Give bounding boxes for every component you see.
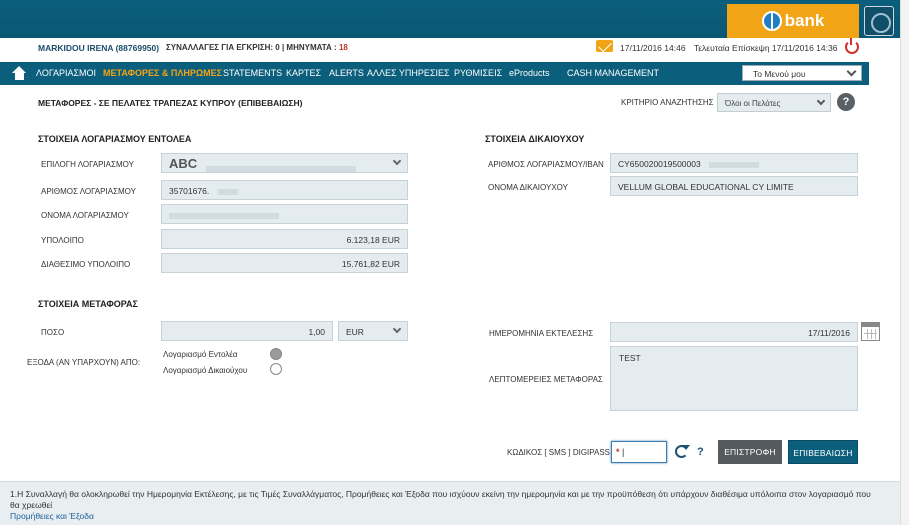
- execution-date-label: ΗΜΕΡΟΜΗΝΙΑ ΕΚΤΕΛΕΣΗΣ: [489, 329, 594, 338]
- select-account-label: ΕΠΙΛΟΓΗ ΛΟΓΑΡΙΑΣΜΟΥ: [41, 160, 134, 169]
- nav-settings[interactable]: ΡΥΘΜΙΣΕΙΣ: [454, 68, 502, 78]
- chevron-down-icon: [392, 156, 402, 166]
- iban-value: CY650020019500003: [618, 159, 701, 169]
- pending-label: ΣΥΝΑΛΛΑΓΕΣ ΓΙΑ ΕΓΚΡΙΣΗ: 0 | ΜΗΝΥΜΑΤΑ :: [166, 43, 337, 52]
- nav-cash-management[interactable]: CASH MANAGEMENT: [567, 68, 659, 78]
- beneficiary-name-label: ΟΝΟΜΑ ΔΙΚΑΙΟΥΧΟΥ: [488, 183, 568, 192]
- beneficiary-section-title: ΣΤΟΙΧΕΙΑ ΔΙΚΑΙΟΥΧΟΥ: [485, 134, 585, 144]
- nav-statements[interactable]: STATEMENTS: [223, 68, 282, 78]
- currency-value: EUR: [346, 327, 364, 337]
- confirm-button[interactable]: ΕΠΙΒΕΒΑΙΩΣΗ: [788, 440, 858, 464]
- amount-label: ΠΟΣΟ: [41, 328, 65, 337]
- account-number-value: 35701676.: [169, 186, 210, 196]
- digipass-label: ΚΩΔΙΚΟΣ [ SMS ] DIGIPASS: [507, 448, 611, 457]
- search-criterion-select[interactable]: Όλοι οι Πελάτες: [717, 93, 831, 112]
- chevron-down-icon: [392, 324, 402, 334]
- footer-note-text: 1.Η Συναλλαγή θα ολοκληρωθεί την Ημερομη…: [10, 489, 871, 510]
- charges-option-beneficiary-label: Λογαριασμό Δικαιούχου: [163, 366, 248, 375]
- scrollbar[interactable]: [900, 0, 909, 525]
- fees-link[interactable]: Προμήθειες και Έξοδα: [10, 511, 94, 521]
- current-datetime: 17/11/2016 14:46: [620, 43, 686, 53]
- bank-logo[interactable]: bank: [727, 4, 859, 38]
- nav-accounts[interactable]: ΛΟΓΑΡΙΑΣΜΟΙ: [36, 68, 96, 78]
- balance-field: 6.123,18 EUR: [161, 229, 408, 249]
- transfer-section-title: ΣΤΟΙΧΕΙΑ ΜΕΤΑΦΟΡΑΣ: [38, 299, 138, 309]
- transfer-details-label: ΛΕΠΤΟΜΕΡΕΙΕΣ ΜΕΤΑΦΟΡΑΣ: [489, 375, 603, 384]
- balance-label: ΥΠΟΛΟΙΠΟ: [41, 236, 84, 245]
- charges-option-sender-label: Λογαριασμό Εντολέα: [163, 350, 238, 359]
- masked-text: [205, 165, 356, 172]
- nav-eproducts[interactable]: eProducts: [509, 68, 550, 78]
- seal-icon: [864, 6, 894, 36]
- required-marker: *: [616, 447, 620, 457]
- account-number-label: ΑΡΙΘΜΟΣ ΛΟΓΑΡΙΑΣΜΟΥ: [41, 187, 136, 196]
- last-visit: Τελευταία Επίσκεψη 17/11/2016 14:36: [694, 43, 838, 53]
- masked-text: [169, 212, 279, 219]
- messages-count[interactable]: 18: [339, 43, 348, 52]
- account-name-label: ΟΝΟΜΑ ΛΟΓΑΡΙΑΣΜΟΥ: [41, 211, 129, 220]
- help-icon[interactable]: ?: [837, 93, 855, 111]
- user-name: MARKIDOU IRENA (88769950): [38, 43, 160, 53]
- iban-field: CY650020019500003: [610, 153, 858, 173]
- nav-transfers-payments[interactable]: ΜΕΤΑΦΟΡΕΣ & ΠΛΗΡΩΜΕΣ: [103, 68, 222, 78]
- nav-other-services[interactable]: ΑΛΛΕΣ ΥΠΗΡΕΣΙΕΣ: [367, 68, 450, 78]
- my-menu-value: Το Μενού μου: [753, 69, 806, 79]
- my-menu-select[interactable]: Το Μενού μου: [742, 65, 862, 81]
- footer-note: 1.Η Συναλλαγή θα ολοκληρωθεί την Ημερομη…: [0, 481, 909, 525]
- globe-icon: [761, 11, 782, 31]
- main-nav: ΛΟΓΑΡΙΑΣΜΟΙ ΜΕΤΑΦΟΡΕΣ & ΠΛΗΡΩΜΕΣ STATEME…: [0, 62, 869, 85]
- mail-icon[interactable]: [596, 40, 613, 52]
- info-bar: MARKIDOU IRENA (88769950) ΣΥΝΑΛΛΑΓΕΣ ΓΙΑ…: [0, 38, 909, 58]
- available-balance-label: ΔΙΑΘΕΣΙΜΟ ΥΠΟΛΟΙΠΟ: [41, 260, 131, 269]
- charges-beneficiary-radio[interactable]: [270, 363, 282, 375]
- amount-field: 1,00: [161, 321, 333, 341]
- transfer-details-field: TEST: [610, 346, 858, 411]
- account-name-field: [161, 204, 408, 224]
- home-icon[interactable]: [12, 66, 27, 80]
- charges-label: ΕΞΟΔΑ (ΑΝ ΥΠΑΡΧΟΥΝ) ΑΠΟ:: [27, 358, 141, 367]
- iban-label: ΑΡΙΘΜΟΣ ΛΟΓΑΡΙΑΣΜΟΥ/IBAN: [488, 160, 604, 169]
- account-number-field: 35701676.: [161, 180, 408, 200]
- search-criterion-value: Όλοι οι Πελάτες: [725, 99, 781, 108]
- charges-sender-radio[interactable]: [270, 348, 282, 360]
- digipass-help-icon[interactable]: ?: [697, 446, 704, 458]
- nav-cards[interactable]: ΚΑΡΤΕΣ: [286, 68, 321, 78]
- beneficiary-name-field: VELLUM GLOBAL EDUCATIONAL CY LIMITE: [610, 176, 858, 196]
- nav-alerts[interactable]: ALERTS: [329, 68, 364, 78]
- digipass-input[interactable]: * |: [611, 441, 667, 463]
- back-button[interactable]: ΕΠΙΣΤΡΟΦΗ: [718, 440, 782, 464]
- masked-text: [709, 161, 760, 168]
- masked-text: [217, 188, 238, 195]
- calendar-icon[interactable]: [861, 322, 880, 341]
- logout-power-icon[interactable]: [845, 38, 859, 54]
- search-criterion-label: ΚΡΙΤΗΡΙΟ ΑΝΑΖΗΤΗΣΗΣ: [621, 98, 714, 107]
- currency-dropdown[interactable]: EUR: [338, 321, 408, 341]
- chevron-down-icon: [846, 66, 857, 77]
- logo-text: bank: [784, 11, 825, 30]
- refresh-icon[interactable]: [675, 445, 690, 458]
- select-account-value: ABC: [169, 156, 198, 171]
- pending-status: ΣΥΝΑΛΛΑΓΕΣ ΓΙΑ ΕΓΚΡΙΣΗ: 0 | ΜΗΝΥΜΑΤΑ : 1…: [166, 43, 348, 52]
- chevron-down-icon: [816, 96, 826, 106]
- execution-date-field: 17/11/2016: [610, 322, 858, 342]
- page-title: ΜΕΤΑΦΟΡΕΣ - ΣΕ ΠΕΛΑΤΕΣ ΤΡΑΠΕΖΑΣ ΚΥΠΡΟΥ (…: [38, 98, 303, 108]
- sender-section-title: ΣΤΟΙΧΕΙΑ ΛΟΓΑΡΙΑΣΜΟΥ ΕΝΤΟΛΕΑ: [38, 134, 192, 144]
- select-account-dropdown[interactable]: ABC: [161, 153, 408, 173]
- available-balance-field: 15.761,82 EUR: [161, 253, 408, 273]
